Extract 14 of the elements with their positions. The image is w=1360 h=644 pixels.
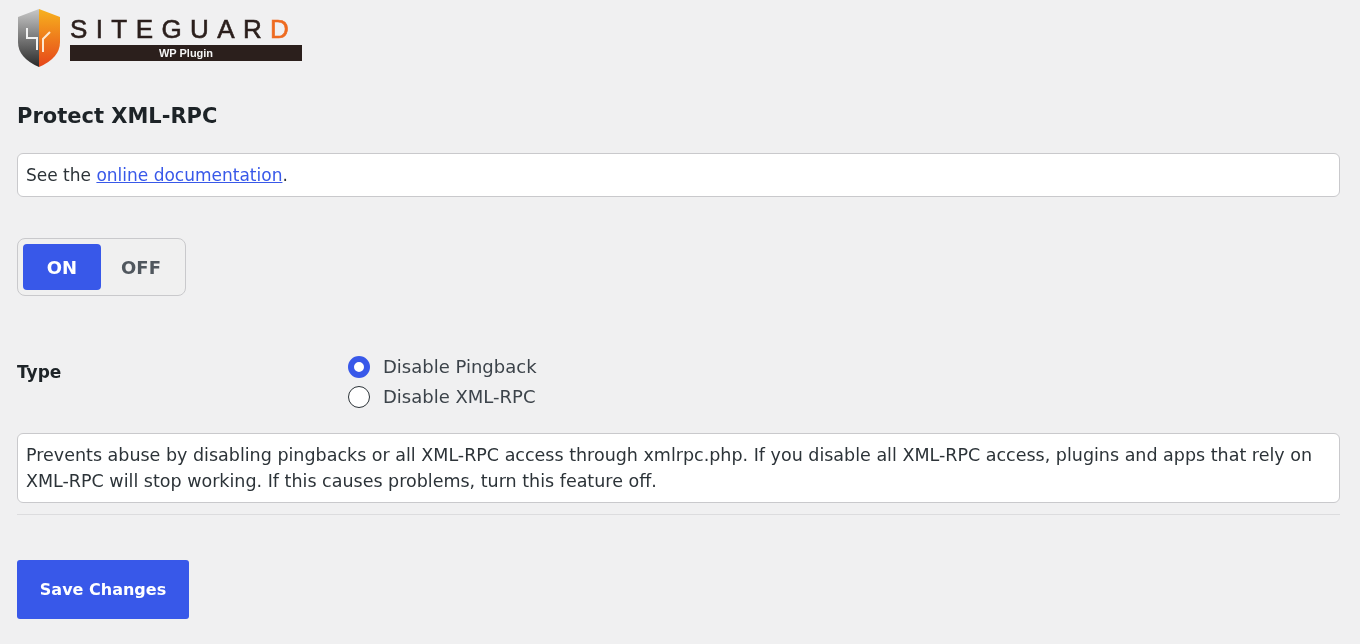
toggle-option[interactable]: ON — [23, 244, 101, 290]
documentation-link[interactable]: online documentation — [96, 165, 283, 185]
save-button[interactable]: Save Changes — [17, 560, 189, 619]
description-notice: Prevents abuse by disabling pingbacks or all XML-RPC access through xmlrpc.php. If you disable all XML-RPC access, plugins and apps that rely on XML-RPC will stop working. If this causes problems, turn this feature off. — [17, 433, 1340, 503]
field-label: Type — [17, 361, 63, 384]
option-label[interactable]: Disable XML-RPC — [383, 382, 536, 412]
doc-notice: See the online documentation. — [17, 153, 1340, 197]
logo-tagline: WP Plugin — [70, 44, 302, 61]
option-label[interactable]: Disable Pingback — [383, 352, 537, 382]
page-title: Protect XML-RPC — [17, 103, 219, 130]
toggle-option[interactable]: OFF — [102, 244, 180, 290]
radio-button[interactable] — [348, 386, 370, 408]
shield-icon — [17, 8, 61, 68]
radio-button[interactable] — [348, 356, 370, 378]
